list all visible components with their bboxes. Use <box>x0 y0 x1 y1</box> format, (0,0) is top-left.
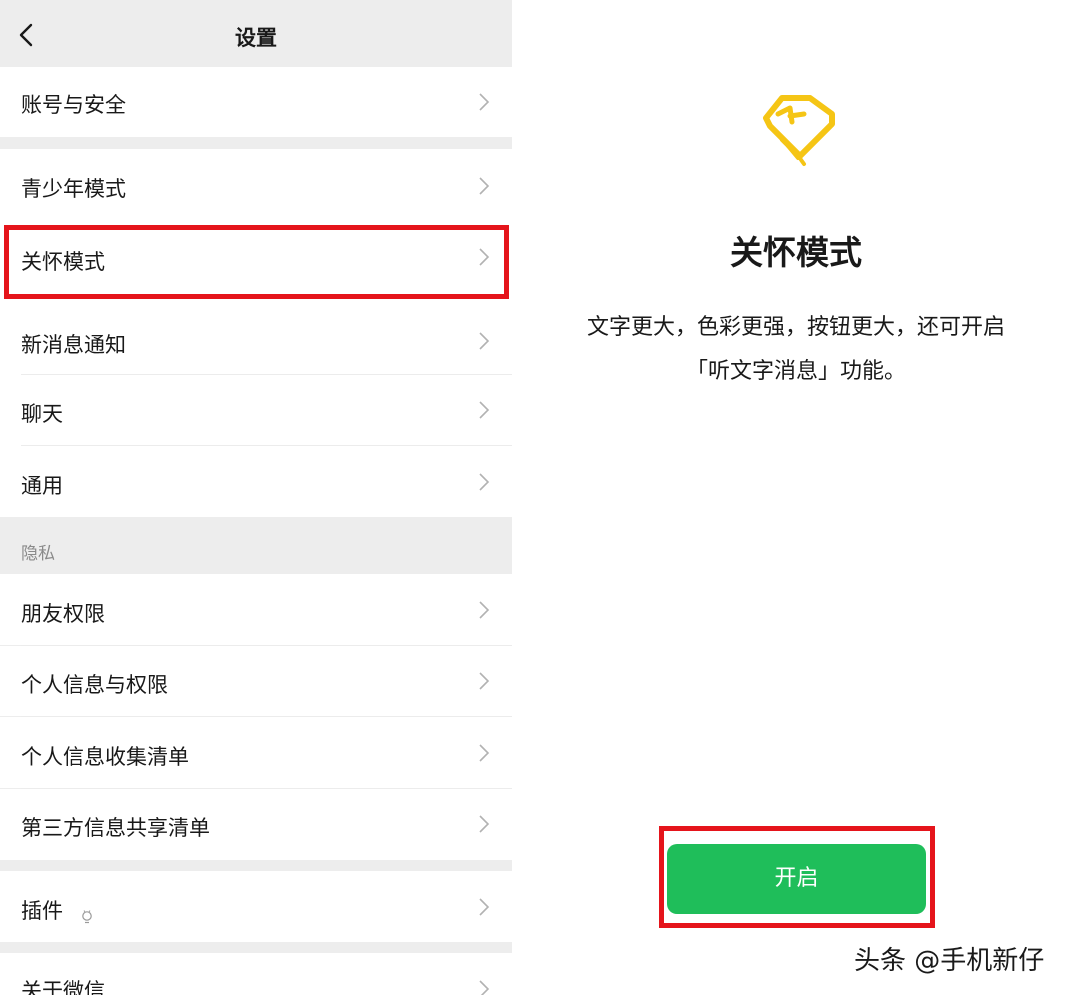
chevron-right-icon <box>478 743 490 763</box>
row-label: 朋友权限 <box>21 602 105 626</box>
chevron-right-icon <box>478 897 490 917</box>
settings-row-friend-permissions[interactable]: 朋友权限 <box>0 574 512 645</box>
enable-button[interactable]: 开启 <box>667 844 926 914</box>
description-line: 文字更大，色彩更强，按钮更大，还可开启 <box>586 315 1005 340</box>
row-label: 关怀模式 <box>21 250 105 274</box>
page-title: 设置 <box>235 26 277 50</box>
row-label: 新消息通知 <box>21 333 126 357</box>
settings-row-care-mode[interactable]: 关怀模式 <box>0 223 512 303</box>
row-label: 插件 <box>21 895 94 925</box>
settings-row-notifications[interactable]: 新消息通知 <box>0 303 512 375</box>
row-label: 聊天 <box>21 402 63 426</box>
settings-row-chat[interactable]: 聊天 <box>0 375 512 446</box>
care-mode-title: 关怀模式 <box>730 233 862 272</box>
care-mode-panel: 关怀模式 文字更大，色彩更强，按钮更大，还可开启 「听文字消息」功能。 开启 头… <box>512 0 1080 995</box>
chevron-right-icon <box>478 176 490 196</box>
settings-row-general[interactable]: 通用 <box>0 446 512 517</box>
settings-row-plugins[interactable]: 插件 <box>0 871 512 942</box>
chevron-right-icon <box>478 400 490 420</box>
settings-row-third-party[interactable]: 第三方信息共享清单 <box>0 789 512 860</box>
chevron-right-icon <box>478 671 490 691</box>
settings-row-about[interactable]: 关于微信 <box>0 953 512 995</box>
row-label: 通用 <box>21 474 63 498</box>
row-label: 账号与安全 <box>21 93 126 117</box>
row-label: 第三方信息共享清单 <box>21 816 210 840</box>
bulb-icon <box>80 905 94 924</box>
description-line: 「听文字消息」功能。 <box>685 359 906 384</box>
row-label: 青少年模式 <box>21 177 126 201</box>
nav-bar: 设置 <box>0 0 512 67</box>
chevron-right-icon <box>478 979 490 995</box>
chevron-right-icon <box>478 331 490 351</box>
row-label: 关于微信 <box>21 979 105 995</box>
heart-hand-icon <box>752 90 842 170</box>
chevron-right-icon <box>478 472 490 492</box>
chevron-right-icon <box>478 600 490 620</box>
settings-row-personal-info[interactable]: 个人信息与权限 <box>0 646 512 716</box>
row-label: 个人信息收集清单 <box>21 745 189 769</box>
settings-panel: 设置 账号与安全 青少年模式 关怀模式 新消息通知 聊天 通用 隐私 朋友权限 … <box>0 0 512 995</box>
care-mode-description: 文字更大，色彩更强，按钮更大，还可开启 「听文字消息」功能。 <box>512 306 1080 394</box>
settings-row-account[interactable]: 账号与安全 <box>0 67 512 137</box>
plugins-label: 插件 <box>21 899 63 923</box>
section-header-label: 隐私 <box>21 544 55 564</box>
settings-row-teen-mode[interactable]: 青少年模式 <box>0 149 512 223</box>
chevron-right-icon <box>478 814 490 834</box>
chevron-right-icon <box>478 92 490 112</box>
chevron-right-icon <box>478 247 490 267</box>
settings-row-info-collection[interactable]: 个人信息收集清单 <box>0 717 512 788</box>
row-label: 个人信息与权限 <box>21 673 168 697</box>
section-header-privacy: 隐私 <box>0 517 512 574</box>
watermark: 头条 @手机新仔 <box>854 946 1045 976</box>
